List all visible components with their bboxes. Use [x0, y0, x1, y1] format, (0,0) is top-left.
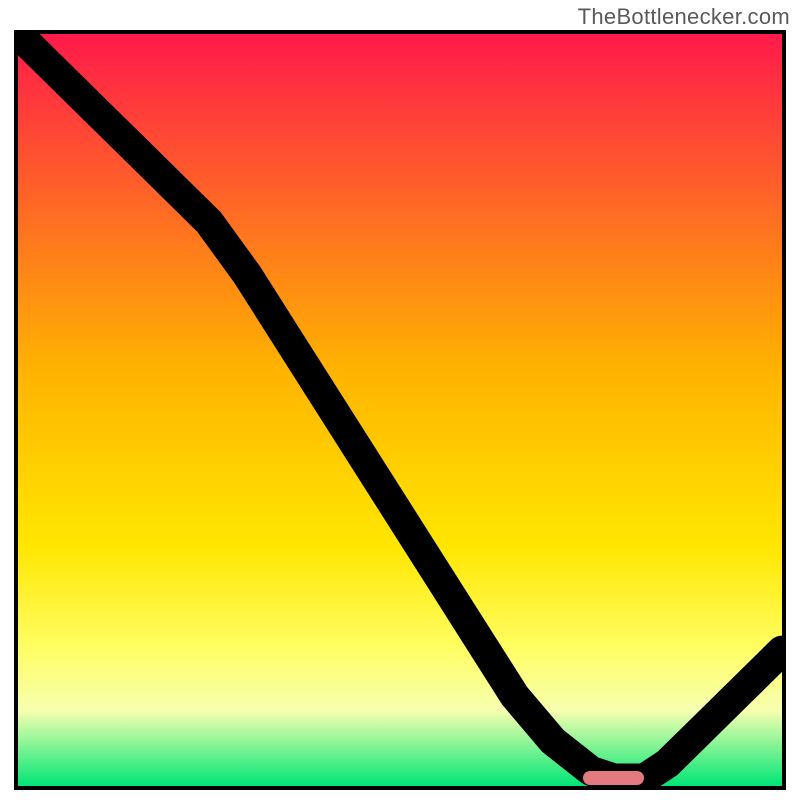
- optimum-marker: [583, 771, 644, 785]
- attribution-label: TheBottlenecker.com: [578, 4, 790, 30]
- plot-area: [14, 30, 786, 790]
- curve-path: [18, 34, 782, 778]
- chart-stage: TheBottlenecker.com: [0, 0, 800, 800]
- bottleneck-curve: [18, 34, 782, 786]
